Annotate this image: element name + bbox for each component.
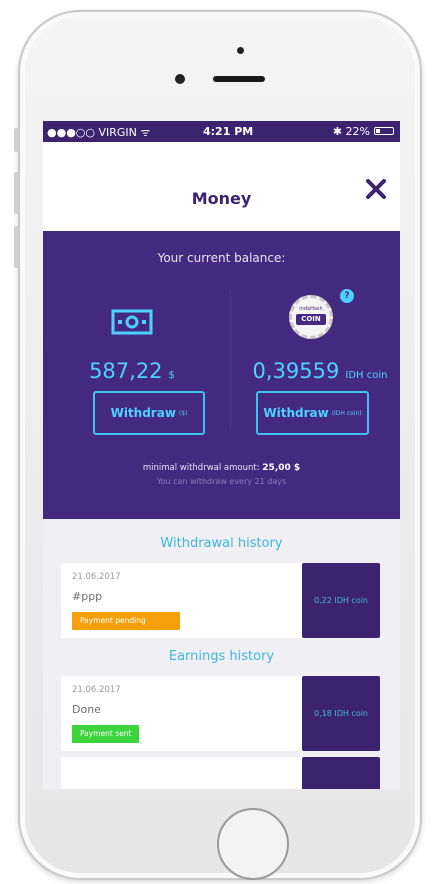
- item-description: #ppp: [72, 590, 103, 603]
- status-bar: ●●●○○ VIRGIN ᯤ 4:21 PM ✱ 22%: [43, 121, 400, 142]
- app-screen: ●●●○○ VIRGIN ᯤ 4:21 PM ✱ 22% Money Your …: [43, 121, 400, 789]
- mute-switch[interactable]: [14, 128, 19, 152]
- carrier-signal: ●●●○○ VIRGIN ᯤ: [47, 126, 151, 139]
- nav-bar: Money: [43, 142, 400, 231]
- battery-icon: [374, 127, 394, 135]
- coin-amount: 0,39559 IDH coin: [252, 359, 388, 383]
- front-camera: [175, 74, 185, 84]
- minimal-withdrawal: minimal withdrwal amount: 25,00 $: [142, 463, 301, 473]
- item-amount: 0,18 IDH coin: [302, 676, 380, 751]
- volume-up-button[interactable]: [14, 172, 19, 214]
- withdrawal-history-title: Withdrawal history: [160, 536, 283, 551]
- earnings-history-title: Earnings history: [168, 649, 275, 664]
- status-badge: Payment pending: [72, 612, 180, 630]
- volume-down-button[interactable]: [14, 226, 19, 268]
- earpiece-speaker: [213, 76, 265, 82]
- item-date: 21.06.2017: [72, 572, 121, 582]
- usd-amount: 587,22 $: [89, 359, 175, 383]
- coin-logo-icon: indaHash COIN: [289, 295, 333, 339]
- withdraw-usd-button[interactable]: Withdraw ($): [93, 391, 205, 435]
- status-badge: Payment sent: [72, 725, 140, 743]
- battery-percent: ✱ 22%: [332, 125, 370, 138]
- close-icon[interactable]: [365, 178, 387, 200]
- withdraw-coin-button[interactable]: Withdraw (IDH coin): [256, 391, 369, 435]
- earnings-history-item[interactable]: [61, 757, 380, 789]
- item-date: 21.06.2017: [72, 685, 121, 695]
- proximity-sensor: [237, 47, 244, 54]
- withdraw-frequency: You can withdraw every 21 days: [156, 477, 287, 486]
- home-button[interactable]: [217, 808, 289, 880]
- item-amount: [302, 757, 380, 789]
- status-time: 4:21 PM: [203, 125, 254, 138]
- coin-balance: indaHash COIN ? 0,39559 IDH coin Withdraw…: [231, 231, 400, 461]
- balance-panel: Your current balance: 587,22 $ Withdraw ($…: [43, 231, 400, 519]
- help-icon[interactable]: ?: [340, 289, 354, 303]
- earnings-history-item[interactable]: 21.06.2017 Done Payment sent 0,18 IDH co…: [61, 676, 380, 751]
- page-title: Money: [191, 189, 252, 208]
- usd-balance: 587,22 $ Withdraw ($): [43, 231, 221, 461]
- item-description: Done: [72, 703, 101, 716]
- banknote-icon: [111, 309, 153, 335]
- withdrawal-history-item[interactable]: 21.06.2017 #ppp Payment pending 0,22 IDH…: [61, 563, 380, 638]
- item-amount: 0,22 IDH coin: [302, 563, 380, 638]
